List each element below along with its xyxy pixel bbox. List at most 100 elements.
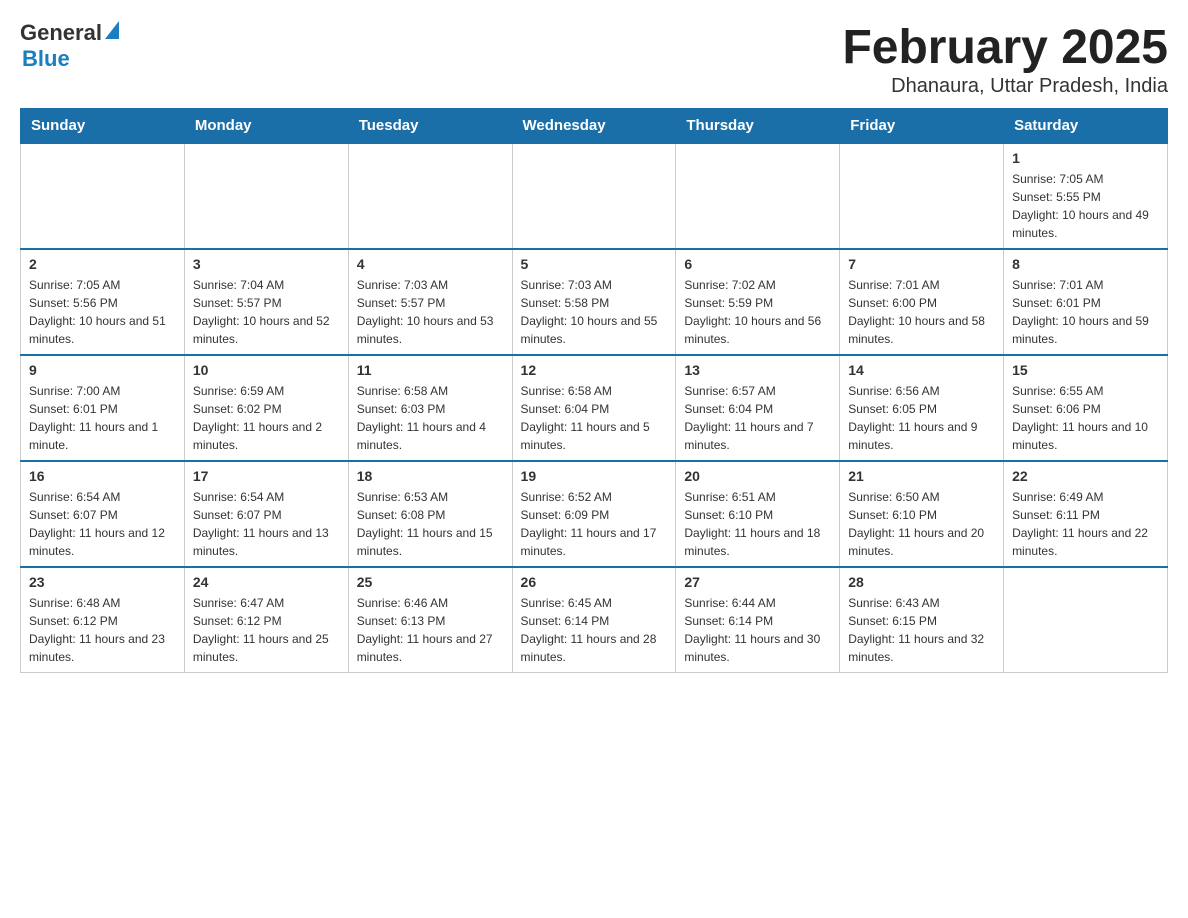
day-number: 16 — [29, 468, 176, 484]
day-info: Sunrise: 7:00 AM Sunset: 6:01 PM Dayligh… — [29, 382, 176, 454]
table-row: 11 Sunrise: 6:58 AM Sunset: 6:03 PM Dayli… — [348, 355, 512, 461]
day-number: 22 — [1012, 468, 1159, 484]
day-info: Sunrise: 6:46 AM Sunset: 6:13 PM Dayligh… — [357, 594, 504, 666]
day-info: Sunrise: 7:03 AM Sunset: 5:57 PM Dayligh… — [357, 276, 504, 348]
table-row: 23 Sunrise: 6:48 AM Sunset: 6:12 PM Dayli… — [21, 567, 185, 673]
table-row: 22 Sunrise: 6:49 AM Sunset: 6:11 PM Dayli… — [1004, 461, 1168, 567]
day-info: Sunrise: 6:43 AM Sunset: 6:15 PM Dayligh… — [848, 594, 995, 666]
day-number: 27 — [684, 574, 831, 590]
day-number: 23 — [29, 574, 176, 590]
table-row: 2Sunrise: 7:05 AM Sunset: 5:56 PM Daylig… — [21, 249, 185, 355]
page-title: February 2025 — [842, 20, 1168, 75]
day-number: 21 — [848, 468, 995, 484]
table-row: 28 Sunrise: 6:43 AM Sunset: 6:15 PM Dayli… — [840, 567, 1004, 673]
table-row — [512, 143, 676, 249]
day-number: 26 — [521, 574, 668, 590]
calendar-header-row: Sunday Monday Tuesday Wednesday Thursday… — [21, 109, 1168, 144]
day-number: 5 — [521, 256, 668, 272]
day-info: Sunrise: 6:57 AM Sunset: 6:04 PM Dayligh… — [684, 382, 831, 454]
calendar-week-row: 16 Sunrise: 6:54 AM Sunset: 6:07 PM Dayli… — [21, 461, 1168, 567]
table-row: 10 Sunrise: 6:59 AM Sunset: 6:02 PM Dayli… — [184, 355, 348, 461]
day-info: Sunrise: 6:50 AM Sunset: 6:10 PM Dayligh… — [848, 488, 995, 560]
table-row — [1004, 567, 1168, 673]
title-block: February 2025 Dhanaura, Uttar Pradesh, I… — [842, 20, 1168, 98]
table-row: 6 Sunrise: 7:02 AM Sunset: 5:59 PM Daylig… — [676, 249, 840, 355]
table-row: 24Sunrise: 6:47 AM Sunset: 6:12 PM Dayli… — [184, 567, 348, 673]
day-number: 10 — [193, 362, 340, 378]
table-row: 15 Sunrise: 6:55 AM Sunset: 6:06 PM Dayli… — [1004, 355, 1168, 461]
header-monday: Monday — [184, 109, 348, 144]
day-number: 11 — [357, 362, 504, 378]
day-info: Sunrise: 6:48 AM Sunset: 6:12 PM Dayligh… — [29, 594, 176, 666]
header-tuesday: Tuesday — [348, 109, 512, 144]
day-number: 4 — [357, 256, 504, 272]
table-row: 25 Sunrise: 6:46 AM Sunset: 6:13 PM Dayli… — [348, 567, 512, 673]
table-row — [840, 143, 1004, 249]
day-number: 24 — [193, 574, 340, 590]
day-number: 1 — [1012, 150, 1159, 166]
calendar-week-row: 1 Sunrise: 7:05 AM Sunset: 5:55 PM Daylig… — [21, 143, 1168, 249]
day-number: 13 — [684, 362, 831, 378]
table-row: 20Sunrise: 6:51 AM Sunset: 6:10 PM Dayli… — [676, 461, 840, 567]
page-subtitle: Dhanaura, Uttar Pradesh, India — [842, 75, 1168, 98]
logo-general-text: General — [20, 20, 102, 46]
day-info: Sunrise: 6:56 AM Sunset: 6:05 PM Dayligh… — [848, 382, 995, 454]
table-row: 18Sunrise: 6:53 AM Sunset: 6:08 PM Dayli… — [348, 461, 512, 567]
calendar-week-row: 23 Sunrise: 6:48 AM Sunset: 6:12 PM Dayli… — [21, 567, 1168, 673]
table-row — [21, 143, 185, 249]
day-info: Sunrise: 6:45 AM Sunset: 6:14 PM Dayligh… — [521, 594, 668, 666]
day-number: 8 — [1012, 256, 1159, 272]
calendar-table: Sunday Monday Tuesday Wednesday Thursday… — [20, 108, 1168, 673]
table-row: 4 Sunrise: 7:03 AM Sunset: 5:57 PM Daylig… — [348, 249, 512, 355]
logo: General Blue — [20, 20, 119, 72]
day-info: Sunrise: 6:58 AM Sunset: 6:04 PM Dayligh… — [521, 382, 668, 454]
day-info: Sunrise: 6:53 AM Sunset: 6:08 PM Dayligh… — [357, 488, 504, 560]
day-info: Sunrise: 7:02 AM Sunset: 5:59 PM Dayligh… — [684, 276, 831, 348]
day-number: 9 — [29, 362, 176, 378]
day-info: Sunrise: 6:51 AM Sunset: 6:10 PM Dayligh… — [684, 488, 831, 560]
page-header: General Blue February 2025 Dhanaura, Utt… — [20, 20, 1168, 98]
day-number: 12 — [521, 362, 668, 378]
day-info: Sunrise: 6:54 AM Sunset: 6:07 PM Dayligh… — [29, 488, 176, 560]
day-info: Sunrise: 7:04 AM Sunset: 5:57 PM Dayligh… — [193, 276, 340, 348]
table-row: 1 Sunrise: 7:05 AM Sunset: 5:55 PM Daylig… — [1004, 143, 1168, 249]
day-info: Sunrise: 7:01 AM Sunset: 6:00 PM Dayligh… — [848, 276, 995, 348]
logo-triangle-icon — [105, 21, 119, 39]
day-info: Sunrise: 6:44 AM Sunset: 6:14 PM Dayligh… — [684, 594, 831, 666]
day-number: 2 — [29, 256, 176, 272]
table-row: 5Sunrise: 7:03 AM Sunset: 5:58 PM Daylig… — [512, 249, 676, 355]
day-info: Sunrise: 7:05 AM Sunset: 5:55 PM Dayligh… — [1012, 170, 1159, 242]
table-row: 26 Sunrise: 6:45 AM Sunset: 6:14 PM Dayli… — [512, 567, 676, 673]
table-row: 19 Sunrise: 6:52 AM Sunset: 6:09 PM Dayli… — [512, 461, 676, 567]
day-number: 15 — [1012, 362, 1159, 378]
day-info: Sunrise: 6:58 AM Sunset: 6:03 PM Dayligh… — [357, 382, 504, 454]
header-sunday: Sunday — [21, 109, 185, 144]
day-number: 25 — [357, 574, 504, 590]
table-row: 16 Sunrise: 6:54 AM Sunset: 6:07 PM Dayli… — [21, 461, 185, 567]
table-row: 3 Sunrise: 7:04 AM Sunset: 5:57 PM Daylig… — [184, 249, 348, 355]
day-info: Sunrise: 6:49 AM Sunset: 6:11 PM Dayligh… — [1012, 488, 1159, 560]
table-row: 8Sunrise: 7:01 AM Sunset: 6:01 PM Daylig… — [1004, 249, 1168, 355]
day-number: 19 — [521, 468, 668, 484]
table-row: 13 Sunrise: 6:57 AM Sunset: 6:04 PM Dayli… — [676, 355, 840, 461]
day-info: Sunrise: 6:59 AM Sunset: 6:02 PM Dayligh… — [193, 382, 340, 454]
day-info: Sunrise: 6:54 AM Sunset: 6:07 PM Dayligh… — [193, 488, 340, 560]
header-thursday: Thursday — [676, 109, 840, 144]
day-info: Sunrise: 6:55 AM Sunset: 6:06 PM Dayligh… — [1012, 382, 1159, 454]
table-row: 27 Sunrise: 6:44 AM Sunset: 6:14 PM Dayli… — [676, 567, 840, 673]
header-saturday: Saturday — [1004, 109, 1168, 144]
day-number: 6 — [684, 256, 831, 272]
table-row — [348, 143, 512, 249]
day-info: Sunrise: 6:52 AM Sunset: 6:09 PM Dayligh… — [521, 488, 668, 560]
day-number: 7 — [848, 256, 995, 272]
table-row — [184, 143, 348, 249]
calendar-week-row: 9 Sunrise: 7:00 AM Sunset: 6:01 PM Daylig… — [21, 355, 1168, 461]
calendar-week-row: 2Sunrise: 7:05 AM Sunset: 5:56 PM Daylig… — [21, 249, 1168, 355]
day-number: 3 — [193, 256, 340, 272]
table-row: 14Sunrise: 6:56 AM Sunset: 6:05 PM Dayli… — [840, 355, 1004, 461]
table-row: 17Sunrise: 6:54 AM Sunset: 6:07 PM Dayli… — [184, 461, 348, 567]
table-row: 9 Sunrise: 7:00 AM Sunset: 6:01 PM Daylig… — [21, 355, 185, 461]
day-number: 28 — [848, 574, 995, 590]
logo-blue-text: Blue — [22, 46, 119, 72]
header-wednesday: Wednesday — [512, 109, 676, 144]
